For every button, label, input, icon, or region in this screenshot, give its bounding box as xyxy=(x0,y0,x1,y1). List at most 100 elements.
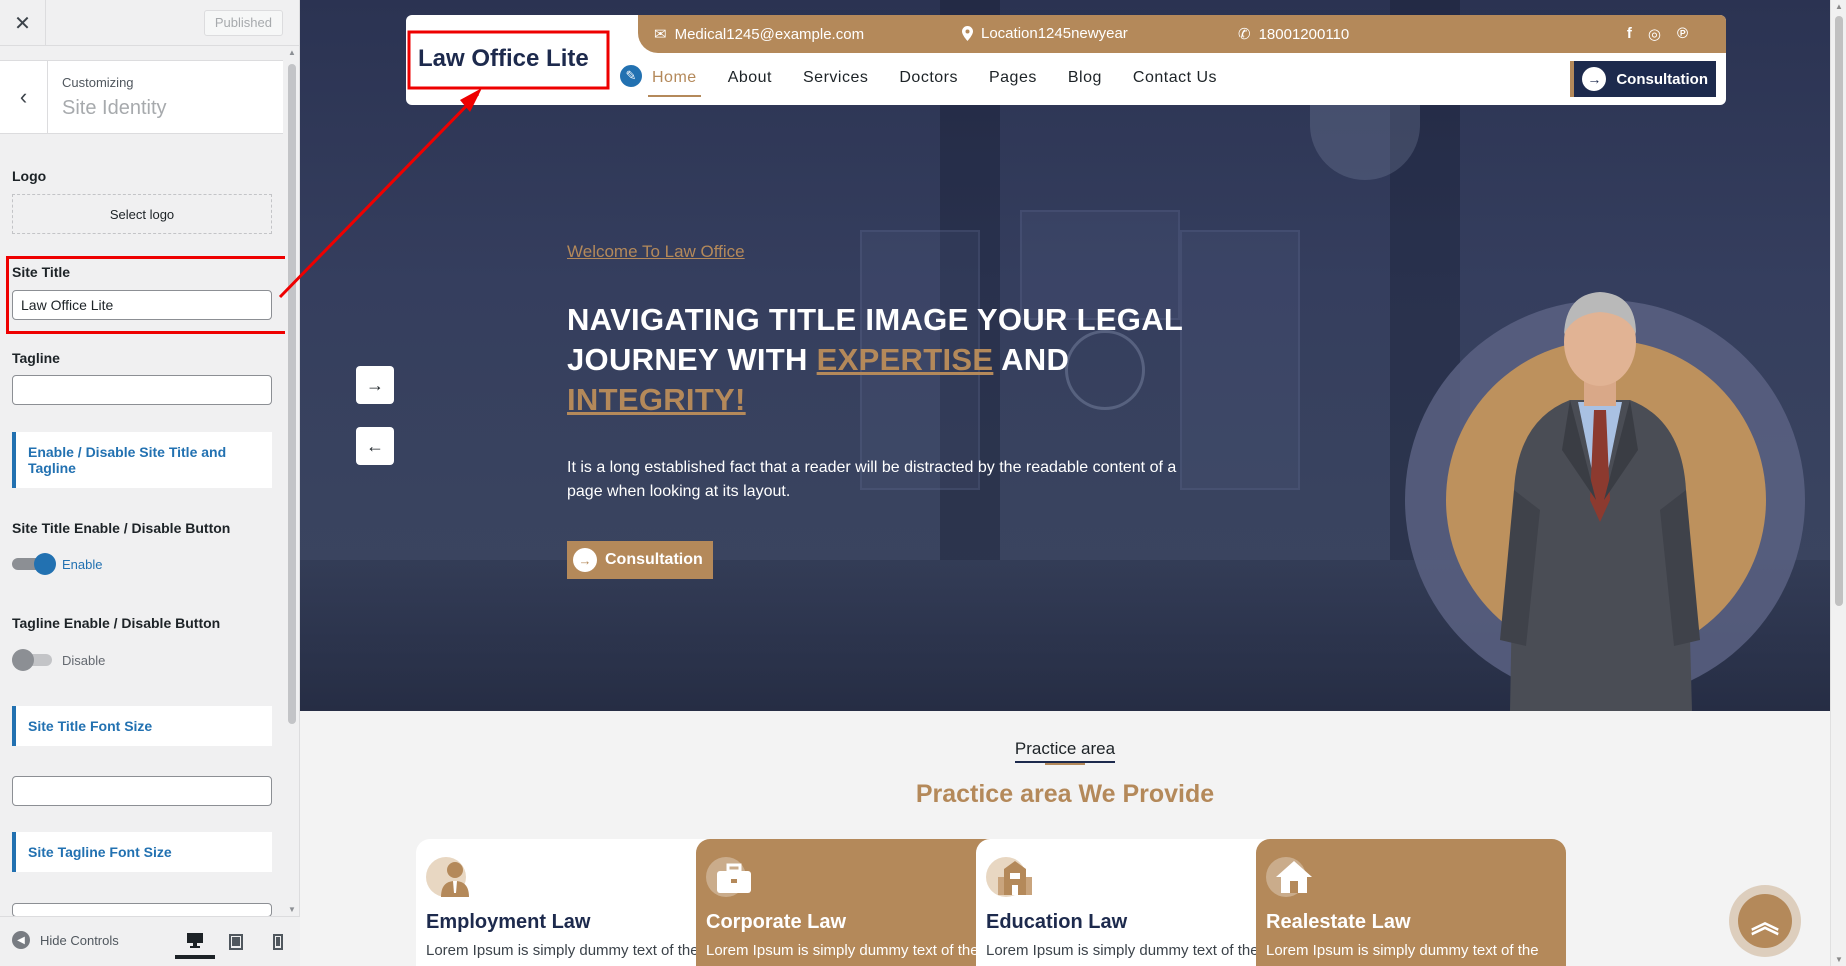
hero-description: It is a long established fact that a rea… xyxy=(567,459,1177,500)
slider-prev-button[interactable]: ← xyxy=(356,427,394,465)
nav-blog[interactable]: Blog xyxy=(1068,69,1102,87)
logo-label: Logo xyxy=(12,168,47,184)
section-title: Site Identity xyxy=(62,97,167,119)
page-scrollbar-thumb[interactable] xyxy=(1835,16,1843,606)
scrollbar-thumb[interactable] xyxy=(288,64,296,724)
site-preview: → ← Welcome To Law Office NAVIGATING TIT… xyxy=(300,0,1830,966)
hide-controls-button[interactable]: ◀ Hide Controls xyxy=(12,931,119,949)
main-nav: Home About Services Doctors Pages Blog C… xyxy=(648,69,1248,97)
scroll-down-icon[interactable]: ▼ xyxy=(1835,955,1843,964)
customizer-sidebar: ✕ Published ‹ Customizing Site Identity … xyxy=(0,0,300,966)
practice-card-text: Lorem Ipsum is simply dummy text of the xyxy=(426,942,699,959)
instagram-icon[interactable]: ◎ xyxy=(1648,25,1661,43)
practice-card[interactable]: Realestate Law Lorem Ipsum is simply dum… xyxy=(1256,839,1566,966)
practice-card-title: Corporate Law xyxy=(706,911,847,933)
header-consultation-label: Consultation xyxy=(1616,70,1708,88)
published-button[interactable]: Published xyxy=(203,10,283,36)
scroll-up-icon[interactable]: ▲ xyxy=(288,48,296,57)
practice-card-title: Employment Law xyxy=(426,911,591,933)
hide-controls-label: Hide Controls xyxy=(40,932,119,948)
facebook-icon[interactable]: f xyxy=(1627,25,1632,43)
title-font-size-input[interactable] xyxy=(12,776,272,806)
tagline-input[interactable] xyxy=(12,375,272,405)
nav-home[interactable]: Home xyxy=(648,69,701,97)
section-header: ‹ Customizing Site Identity xyxy=(0,60,283,134)
site-title[interactable]: Law Office Lite xyxy=(418,45,589,73)
tagline-label: Tagline xyxy=(12,350,60,366)
slider-next-button[interactable]: → xyxy=(356,366,394,404)
contact-topbar: ✉ Medical1245@example.com Location1245ne… xyxy=(638,15,1726,53)
phone-icon: ✆ xyxy=(1238,26,1251,43)
location-pin-icon xyxy=(962,26,973,41)
hero-heading-accent2: INTEGRITY! xyxy=(567,382,746,417)
customizer-scrollbar[interactable]: ▲ ▼ xyxy=(285,46,299,916)
site-title-toggle-label: Site Title Enable / Disable Button xyxy=(12,520,231,536)
hero-section: → ← Welcome To Law Office NAVIGATING TIT… xyxy=(300,0,1830,711)
scroll-down-icon[interactable]: ▼ xyxy=(288,905,296,914)
hero-heading: NAVIGATING TITLE IMAGE YOUR LEGAL JOURNE… xyxy=(567,300,1187,420)
nav-pages[interactable]: Pages xyxy=(989,69,1037,87)
select-logo-button[interactable]: Select logo xyxy=(12,194,272,234)
annotation-highlight-box xyxy=(6,256,293,334)
page-scrollbar[interactable]: ▲ ▼ xyxy=(1830,0,1846,966)
practice-title: Practice area We Provide xyxy=(915,780,1215,808)
tagline-toggle[interactable] xyxy=(12,649,56,671)
practice-eyebrow-text: Practice area xyxy=(1014,739,1116,765)
site-header: ✉ Medical1245@example.com Location1245ne… xyxy=(406,15,1726,105)
employee-icon xyxy=(426,855,478,901)
practice-card-text: Lorem Ipsum is simply dummy text of the xyxy=(1266,942,1539,959)
header-consultation-button[interactable]: → Consultation xyxy=(1570,61,1716,97)
practice-card-text: Lorem Ipsum is simply dummy text of the xyxy=(706,942,979,959)
arrow-right-icon: → xyxy=(573,548,597,572)
collapse-icon: ◀ xyxy=(12,931,30,949)
edit-pencil-icon[interactable]: ✎ xyxy=(618,63,644,89)
topbar-email-text: Medical1245@example.com xyxy=(674,25,865,43)
pinterest-icon[interactable]: ℗ xyxy=(1677,25,1688,43)
topbar-email[interactable]: ✉ Medical1245@example.com xyxy=(654,25,865,44)
mobile-preview-icon[interactable] xyxy=(258,925,298,959)
nav-doctors[interactable]: Doctors xyxy=(899,69,958,87)
practice-card[interactable]: Education Law Lorem Ipsum is simply dumm… xyxy=(976,839,1286,966)
nav-contact[interactable]: Contact Us xyxy=(1133,69,1217,87)
arrow-right-icon: → xyxy=(1582,67,1607,91)
hero-welcome-link[interactable]: Welcome To Law Office xyxy=(567,242,745,262)
double-chevron-up-icon: ︽ xyxy=(1738,894,1792,948)
hero-consultation-button[interactable]: → Consultation xyxy=(567,541,713,579)
topbar-phone[interactable]: ✆ 18001200110 xyxy=(1238,25,1350,44)
topbar-phone-text: 18001200110 xyxy=(1258,25,1350,43)
tagline-font-size-panel[interactable]: Site Tagline Font Size xyxy=(12,832,272,872)
desktop-preview-icon[interactable] xyxy=(175,925,215,959)
lawyer-portrait xyxy=(1500,292,1700,711)
close-icon[interactable]: ✕ xyxy=(0,0,46,46)
tablet-preview-icon[interactable] xyxy=(216,925,256,959)
scroll-to-top-button[interactable]: ︽ xyxy=(1729,885,1801,957)
practice-card-title: Education Law xyxy=(986,911,1128,933)
topbar-location[interactable]: Location1245newyear xyxy=(962,25,1128,42)
hero-consultation-label: Consultation xyxy=(605,551,703,568)
house-icon xyxy=(1266,855,1318,901)
customizer-footer: ◀ Hide Controls xyxy=(0,916,300,966)
breadcrumb: Customizing xyxy=(62,75,134,90)
tagline-toggle-state: Disable xyxy=(62,653,106,668)
title-font-size-panel[interactable]: Site Title Font Size xyxy=(12,706,272,746)
practice-card[interactable]: Corporate Law Lorem Ipsum is simply dumm… xyxy=(696,839,1006,966)
practice-card[interactable]: Employment Law Lorem Ipsum is simply dum… xyxy=(416,839,726,966)
nav-about[interactable]: About xyxy=(728,69,772,87)
school-icon xyxy=(986,855,1038,901)
site-title-toggle-state: Enable xyxy=(62,557,103,572)
enable-disable-panel[interactable]: Enable / Disable Site Title and Tagline xyxy=(12,432,272,488)
hero-heading-accent1: EXPERTISE xyxy=(816,342,994,377)
tagline-font-size-input[interactable] xyxy=(12,903,272,917)
site-title-toggle[interactable] xyxy=(12,553,56,575)
nav-services[interactable]: Services xyxy=(803,69,868,87)
scroll-up-icon[interactable]: ▲ xyxy=(1835,2,1843,11)
email-icon: ✉ xyxy=(654,26,667,43)
practice-eyebrow: Practice area xyxy=(300,739,1830,765)
social-links: f ◎ ℗ xyxy=(1627,25,1688,43)
tagline-toggle-label: Tagline Enable / Disable Button xyxy=(12,615,221,631)
briefcase-icon xyxy=(706,855,758,901)
back-arrow-icon[interactable]: ‹ xyxy=(0,61,48,133)
practice-card-title: Realestate Law xyxy=(1266,911,1411,933)
hero-heading-part2: AND xyxy=(993,342,1070,377)
practice-card-text: Lorem Ipsum is simply dummy text of the xyxy=(986,942,1259,959)
